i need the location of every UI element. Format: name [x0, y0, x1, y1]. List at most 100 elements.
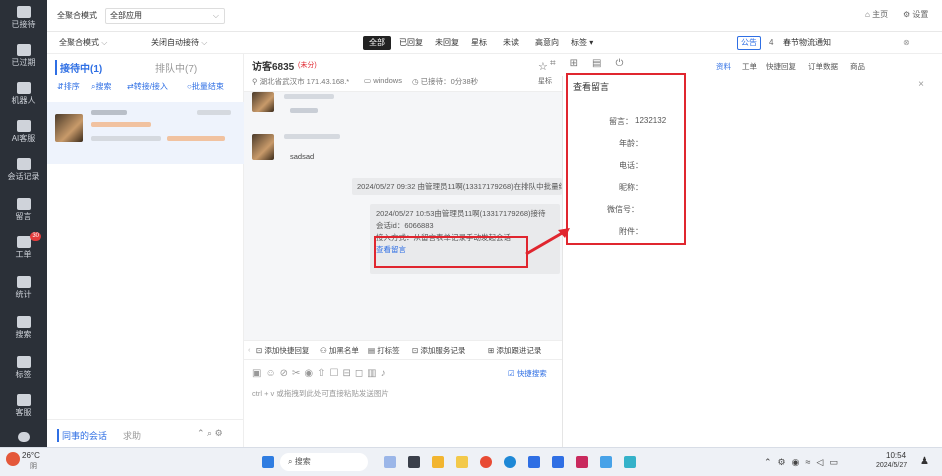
input-hint: ctrl + v 或拖拽到此处可直接粘贴发送图片	[252, 389, 389, 398]
app-icon[interactable]	[600, 456, 612, 468]
tag-icon	[16, 356, 31, 368]
service-record-icon: ⊡	[412, 346, 419, 355]
message-text: sadsad	[290, 152, 315, 161]
tag-button[interactable]: ▤ 打标签	[368, 345, 400, 356]
footer-icons[interactable]: ⌃ ⌕ ⚙	[197, 428, 223, 439]
nav-item-received[interactable]: 已接待	[0, 6, 47, 29]
blurred-message	[290, 108, 318, 113]
edge-icon[interactable]	[504, 456, 516, 468]
mode-select[interactable]: 全聚合模式 ⌵	[59, 36, 107, 50]
avatar	[252, 134, 274, 160]
session-item[interactable]	[47, 102, 244, 164]
app-icon[interactable]	[528, 456, 540, 468]
tag-icon: ▤	[368, 346, 376, 355]
settings-link[interactable]: ⚙ 设置	[903, 9, 928, 20]
nav-item-agent[interactable]: 客服	[0, 394, 47, 417]
wps-icon[interactable]	[576, 456, 588, 468]
nav-item-robot[interactable]: 机器人	[0, 82, 47, 105]
chat-header: 访客6835 (未分) ⚲ 湖北省武汉市 171.43.168.* ▭ wind…	[244, 54, 562, 92]
quick-search-toggle[interactable]: ☑ 快捷搜索	[508, 368, 547, 379]
task-view-icon[interactable]	[408, 456, 420, 468]
taskbar-search-label: 搜索	[294, 457, 311, 466]
tab-quick-reply[interactable]: 快捷回复	[766, 61, 796, 72]
app-icon[interactable]	[552, 456, 564, 468]
widgets-icon[interactable]	[384, 456, 396, 468]
taskbar-search[interactable]: ⌕ 搜索	[280, 453, 368, 471]
close-icon[interactable]: ⊗	[903, 36, 910, 50]
home-link[interactable]: ⌂ 主页	[865, 9, 888, 20]
blacklist-label: 加黑名单	[328, 346, 359, 355]
followup-button[interactable]: ⊞ 添加跟进记录	[488, 345, 541, 356]
input-tools[interactable]: ▣☺⊘✂◉⇧☐⊟◻▥♪	[252, 368, 390, 379]
batch-end-label: 批量结束	[191, 82, 224, 91]
app-icon[interactable]	[456, 456, 468, 468]
nav-item-records[interactable]: 会话记录	[0, 158, 47, 181]
monitor-icon: ▭	[364, 76, 372, 85]
system-message: 2024/05/27 09:32 由管理员11啊(13317179268)在排队…	[352, 178, 562, 195]
windows-start-icon[interactable]	[262, 456, 274, 468]
tab-ticket[interactable]: 工单	[742, 61, 757, 72]
mode-label: 全聚合模式	[57, 11, 97, 20]
home-label: 主页	[872, 10, 889, 19]
more-icon	[17, 432, 30, 442]
browser-icon[interactable]	[480, 456, 492, 468]
message-area: sadsad 2024/05/27 09:32 由管理员11啊(13317179…	[244, 92, 562, 340]
notice-text[interactable]: 春节物流通知	[783, 36, 831, 50]
app-select[interactable]: 全部应用 ⌵	[105, 8, 225, 24]
tab-receiving[interactable]: 接待中(1)	[55, 60, 102, 75]
nav-item-messages[interactable]: 留言	[0, 198, 47, 221]
nav-item-expired[interactable]: 已过期	[0, 44, 47, 67]
search-button[interactable]: ⌕搜索	[91, 81, 111, 92]
notification-icon[interactable]: ♟	[920, 456, 929, 467]
agent-icon	[16, 394, 31, 406]
filter-all[interactable]: 全部	[363, 36, 391, 50]
nav-item-ai[interactable]: AI客服	[0, 120, 47, 143]
weather-temp: 26°C	[22, 451, 40, 460]
nav-item-search[interactable]: 搜索	[0, 316, 47, 339]
tray-icons[interactable]: ⌃⚙◉≈◁▭	[764, 457, 844, 468]
tab-queue[interactable]: 排队中(7)	[155, 60, 197, 75]
tab-profile[interactable]: 资料	[716, 61, 731, 72]
tab-help[interactable]: 求助	[123, 429, 141, 442]
chat-toolbar: ‹ ⊡ 添加快捷回复 ⚇ 加黑名单 ▤ 打标签 ⊡ 添加服务记录 ⊞ 添加跟进记…	[244, 340, 562, 360]
filter-starred[interactable]: 星标	[471, 36, 487, 50]
tab-products[interactable]: 商品	[850, 61, 865, 72]
ticket-badge: 30	[30, 232, 41, 241]
transfer-label: 转接/接入	[133, 82, 168, 91]
tab-orders[interactable]: 订单数据	[808, 61, 838, 72]
search-label: 搜索	[95, 82, 112, 91]
record-icon	[16, 158, 31, 170]
blacklist-button[interactable]: ⚇ 加黑名单	[320, 345, 359, 356]
chevron-left-icon[interactable]: ‹	[248, 345, 251, 354]
nav-item-tags[interactable]: 标签	[0, 356, 47, 379]
weather-desc: 阴	[30, 463, 37, 470]
tag-label: 打标签	[377, 346, 400, 355]
nav-item-more[interactable]	[0, 432, 47, 444]
auto-select[interactable]: 关闭自动接待 ⌵	[151, 36, 207, 50]
nav-item-stats[interactable]: 统计	[0, 276, 47, 299]
app-icon[interactable]	[624, 456, 636, 468]
service-record-button[interactable]: ⊡ 添加服务记录	[412, 345, 465, 356]
blurred-meta	[284, 134, 340, 139]
filter-unreplied[interactable]: 未回复	[435, 36, 459, 50]
home-icon: ⌂	[865, 10, 870, 19]
avatar	[252, 92, 274, 112]
chat-header-icons[interactable]: ⌗⊞▤⏻	[550, 58, 637, 69]
star-icon[interactable]: ☆	[538, 60, 548, 73]
quick-reply-button[interactable]: ⊡ 添加快捷回复	[256, 345, 309, 356]
visitor-tag: (未分)	[298, 62, 317, 69]
tab-colleague-sessions[interactable]: 同事的会话	[57, 429, 107, 442]
filter-replied[interactable]: 已回复	[399, 36, 423, 50]
sort-button[interactable]: ⇵排序	[57, 81, 80, 92]
service-record-label: 添加服务记录	[420, 346, 466, 355]
location-icon: ⚲	[252, 77, 258, 86]
close-icon[interactable]: ×	[918, 79, 924, 90]
transfer-button[interactable]: ⇄转接/接入	[127, 81, 168, 92]
filter-intent[interactable]: 高意向	[535, 36, 559, 50]
filter-tags[interactable]: 标签 ▾	[571, 36, 593, 50]
filter-unread[interactable]: 未读	[503, 36, 519, 50]
nav-item-tickets[interactable]: 30 工单	[0, 232, 47, 259]
file-explorer-icon[interactable]	[432, 456, 444, 468]
os-info: ▭ windows	[364, 76, 402, 85]
batch-end-button[interactable]: ○批量结束	[187, 81, 224, 92]
